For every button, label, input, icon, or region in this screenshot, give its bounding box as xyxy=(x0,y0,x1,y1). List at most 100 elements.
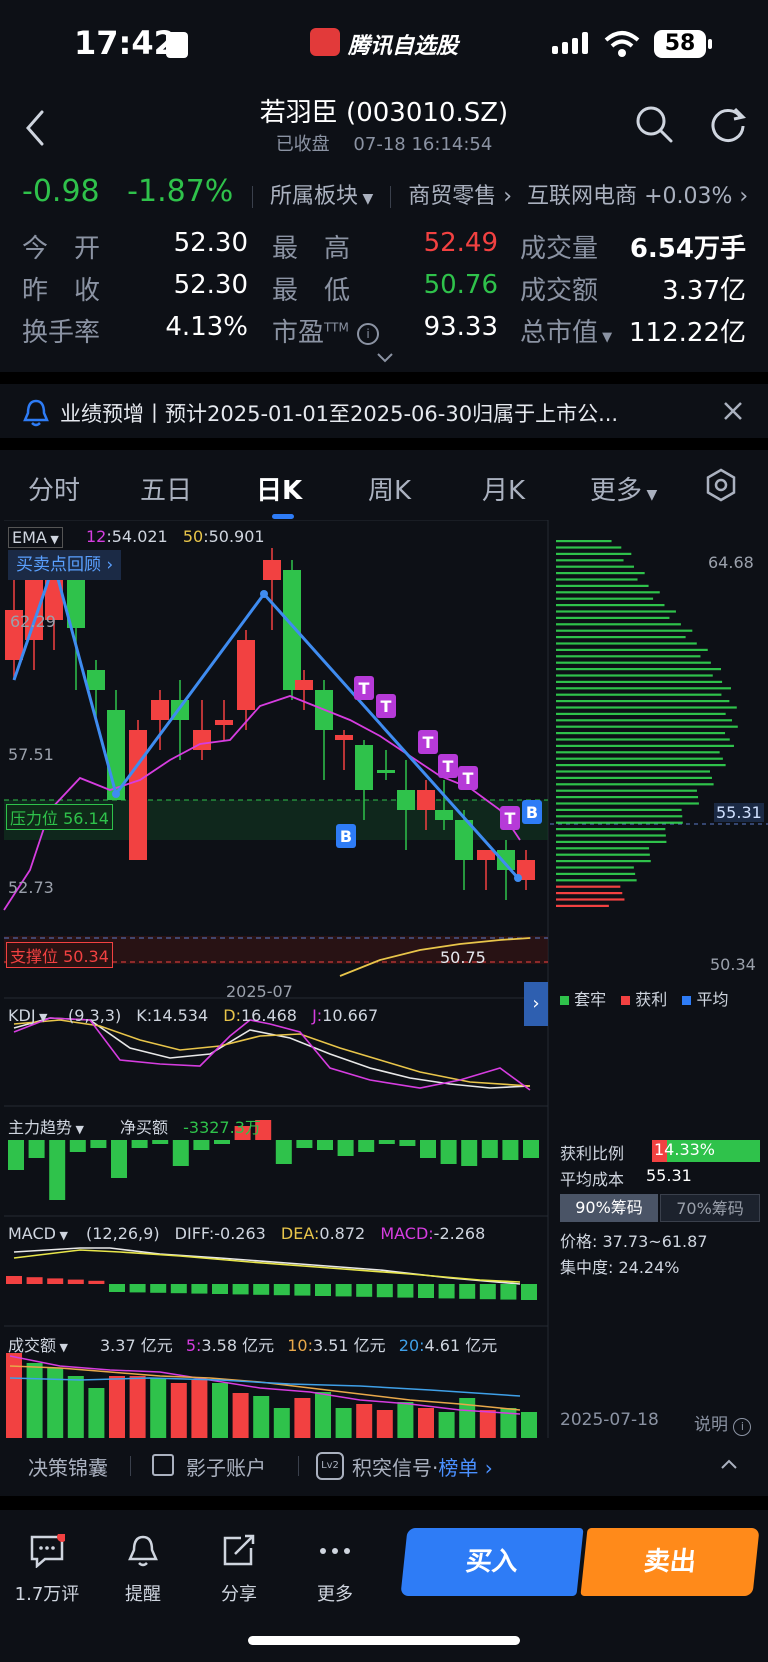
net-buy-value: -3327.3万 xyxy=(183,1118,261,1137)
kdj-j: 10.667 xyxy=(322,1006,379,1025)
collapse-panel-button[interactable]: › xyxy=(524,982,548,1026)
sector-change: +0.03% xyxy=(644,184,733,209)
nav-share[interactable]: 分享 xyxy=(194,1534,284,1606)
kline-chart[interactable]: TTTTTTBB xyxy=(0,520,768,1440)
main-force-bar xyxy=(8,1140,24,1170)
notice-bar[interactable]: 业绩预增丨预计2025-01-01至2025-06-30归属于上市公... xyxy=(0,386,768,438)
info-icon[interactable]: i xyxy=(357,322,380,345)
home-indicator[interactable] xyxy=(248,1636,520,1645)
expand-chevron-icon[interactable] xyxy=(376,352,394,364)
price-axis-52: 52.73 xyxy=(8,878,54,897)
avg-cost-marker: 55.31 xyxy=(714,803,764,822)
sell-button[interactable]: 卖出 xyxy=(580,1528,760,1596)
nav-alert[interactable]: 提醒 xyxy=(98,1534,188,1606)
chip-bar xyxy=(556,744,734,747)
main-force-bar xyxy=(420,1140,436,1158)
status-bar: 17:42 腾讯自选股 58 xyxy=(0,0,768,88)
nav-comments[interactable]: 1.7万评 xyxy=(2,1532,92,1606)
tab-daily-k[interactable]: 日K xyxy=(256,470,302,507)
macd-hist-bar xyxy=(273,1284,290,1296)
volume-ma10-name: 10: xyxy=(287,1336,313,1355)
ema-values: 12:54.021 50:50.901 xyxy=(86,527,265,546)
caret-down-icon: ▼ xyxy=(55,1229,68,1242)
settings-icon[interactable] xyxy=(704,468,738,502)
sector-label[interactable]: 所属板块 xyxy=(270,184,358,209)
chip-bar xyxy=(556,847,650,850)
chip-70-button[interactable]: 70%筹码 xyxy=(660,1194,760,1222)
main-force-bar xyxy=(378,1140,395,1144)
net-buy-label: 净买额 xyxy=(120,1118,169,1137)
volume-ma20-line xyxy=(9,1377,521,1397)
macd-diff: DIFF:-0.263 xyxy=(174,1224,266,1243)
sector-row[interactable]: 所属板块 ▼ 商贸零售 › 互联网电商 +0.03% › xyxy=(252,178,748,210)
comment-icon xyxy=(30,1532,67,1569)
chip-legend: 套牢 获利 平均 xyxy=(560,986,729,1010)
link-decision-kit[interactable]: 决策锦囊 xyxy=(28,1452,108,1481)
tab-five-day[interactable]: 五日 xyxy=(140,470,192,507)
volume-selector[interactable]: 成交额 ▼ xyxy=(8,1332,68,1356)
main-force-bar xyxy=(152,1140,169,1144)
link-ranking[interactable]: 榜单 xyxy=(438,1456,478,1480)
refresh-icon[interactable] xyxy=(708,104,748,144)
chip-90-button[interactable]: 90%筹码 xyxy=(560,1194,658,1222)
chip-bar xyxy=(556,808,682,811)
link-shadow-account[interactable]: 影子账户 xyxy=(186,1452,266,1481)
macd-hist-bar xyxy=(335,1284,352,1297)
section-divider xyxy=(0,1496,768,1510)
notice-text[interactable]: 业绩预增丨预计2025-01-01至2025-06-30归属于上市公... xyxy=(60,398,618,428)
tab-weekly-k[interactable]: 周K xyxy=(368,470,411,507)
stat-label-mktcap[interactable]: 总市值 ▼ xyxy=(520,312,612,349)
sector-link-1[interactable]: 商贸零售 xyxy=(408,184,496,209)
support-value: 50.34 xyxy=(63,947,109,966)
chip-explain-link[interactable]: 说明 i xyxy=(694,1410,752,1436)
profit-ratio-value: 14.33% xyxy=(654,1140,716,1159)
legend-swatch-avg xyxy=(682,996,692,1005)
chip-bar xyxy=(556,885,621,888)
caret-down-icon: ▼ xyxy=(642,487,658,503)
nav-more[interactable]: 更多 xyxy=(290,1534,380,1606)
nav-alert-label: 提醒 xyxy=(125,1584,161,1605)
tab-intraday[interactable]: 分时 xyxy=(28,470,80,507)
chip-explain-label: 说明 xyxy=(694,1415,728,1435)
sector-link-2[interactable]: 互联网电商 xyxy=(527,184,637,209)
candle-body xyxy=(87,670,105,690)
share-icon xyxy=(223,1534,255,1566)
volume-bar xyxy=(212,1383,228,1438)
macd-hist-bar xyxy=(170,1284,187,1294)
chip-bar xyxy=(556,764,726,767)
close-icon[interactable] xyxy=(722,400,744,422)
macd-selector[interactable]: MACD ▼ xyxy=(8,1224,68,1243)
date-axis-label: 2025-07 xyxy=(226,982,293,1001)
search-icon[interactable] xyxy=(634,104,674,144)
chip-bar xyxy=(556,872,636,875)
collapse-chevron-icon[interactable] xyxy=(720,1458,738,1470)
kdj-selector[interactable]: KDJ ▼ xyxy=(8,1006,48,1025)
nav-comments-label: 1.7万评 xyxy=(14,1584,80,1605)
ema-label: EMA xyxy=(12,528,47,547)
macd-hist-bar xyxy=(294,1284,311,1296)
ema-selector[interactable]: EMA ▼ xyxy=(8,527,63,548)
kdj-k-line xyxy=(13,1017,531,1089)
chip-date: 2025-07-18 xyxy=(560,1410,659,1430)
candle-body xyxy=(417,790,435,810)
macd-hist-bar xyxy=(479,1284,496,1300)
chip-bar xyxy=(556,751,720,754)
trade-review-button[interactable]: 买卖点回顾 › xyxy=(8,550,122,580)
change-value: -0.98 xyxy=(22,174,100,209)
chip-bar xyxy=(556,904,609,907)
main-force-selector[interactable]: 主力趋势 ▼ xyxy=(8,1114,84,1138)
volume-bar xyxy=(397,1402,414,1438)
macd-hist-bar xyxy=(438,1284,455,1299)
tab-more[interactable]: 更多 ▼ xyxy=(590,470,657,507)
volume-ma5-name: 5: xyxy=(185,1336,202,1355)
tab-monthly-k[interactable]: 月K xyxy=(482,470,525,507)
link-signal[interactable]: 积突信号·榜单 › xyxy=(352,1452,493,1481)
ema12-value: :54.021 xyxy=(106,527,168,546)
volume-bar xyxy=(232,1393,249,1438)
buy-button[interactable]: 买入 xyxy=(400,1528,584,1596)
macd-hist-bar xyxy=(521,1284,537,1300)
chip-bar xyxy=(556,546,622,549)
main-force-label: 主力趋势 xyxy=(8,1118,73,1137)
chevron-right-icon: › xyxy=(496,184,513,209)
main-force-bar xyxy=(275,1140,292,1164)
